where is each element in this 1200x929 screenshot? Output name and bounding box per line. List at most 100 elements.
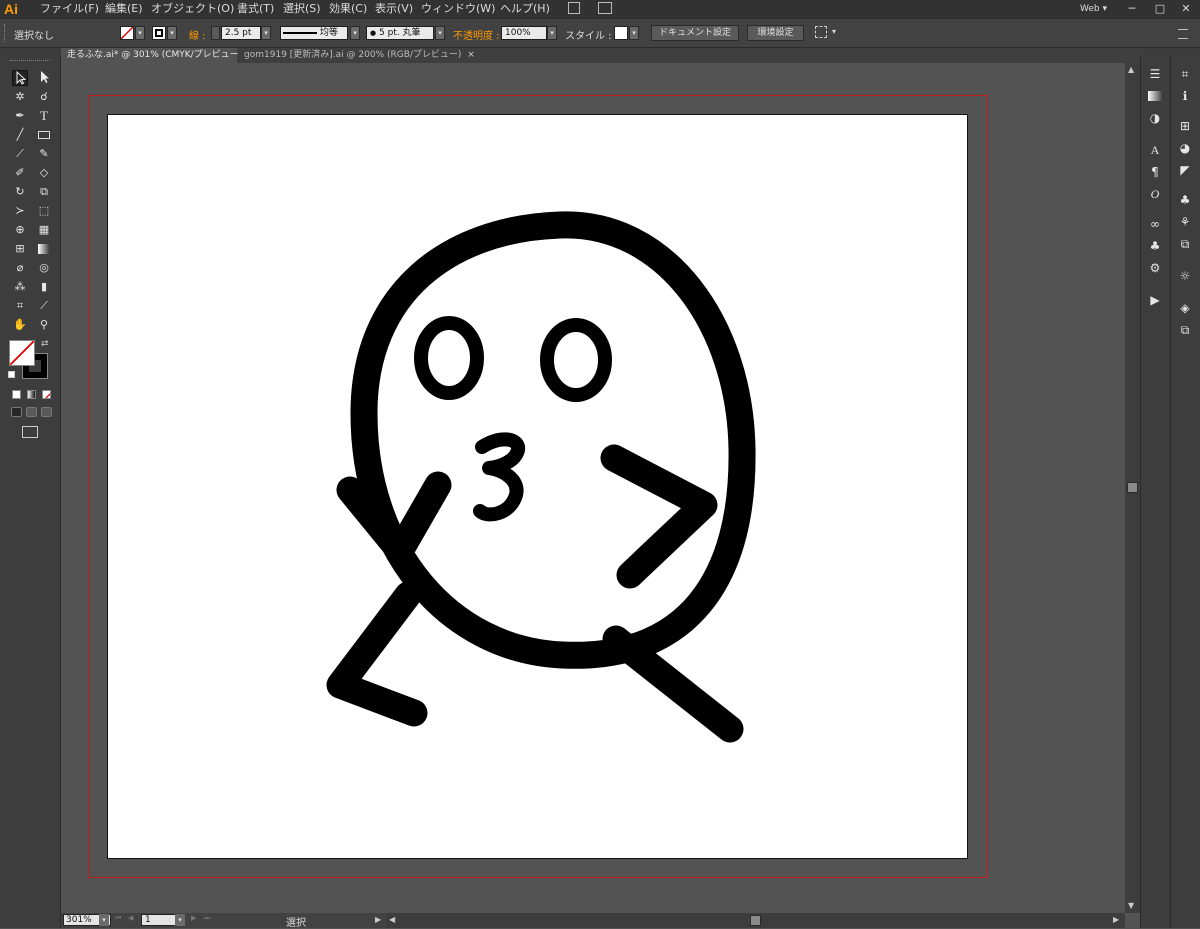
draw-behind-icon[interactable]	[26, 407, 37, 417]
pathfinder-icon[interactable]: ⧉	[1176, 322, 1194, 338]
stroke-swatch[interactable]	[152, 26, 166, 40]
artboard-icon[interactable]: ⌗	[12, 298, 28, 314]
menu-file[interactable]: ファイル(F)	[40, 0, 99, 18]
zoom-icon[interactable]: ⚲	[36, 317, 52, 333]
opacity-label[interactable]: 不透明度 :	[453, 27, 500, 42]
tab-document-1[interactable]: 走るふな.ai* @ 301% (CMYK/プレビュー)×	[61, 48, 256, 63]
style-dropdown[interactable]: ▾	[629, 26, 639, 40]
menu-icon[interactable]: ☰	[1146, 66, 1164, 82]
maximize-button[interactable]: □	[1152, 0, 1168, 18]
opacity-field[interactable]: 100%	[501, 26, 547, 40]
transparency-icon[interactable]: ◑	[1146, 110, 1164, 126]
stroke-label[interactable]: 線 :	[189, 27, 206, 42]
vertical-scroll-thumb[interactable]	[1127, 482, 1138, 493]
column-graph-icon[interactable]: ▮	[36, 279, 52, 295]
paragraph-icon[interactable]: ¶	[1146, 164, 1164, 180]
lasso-icon[interactable]: ☌	[36, 89, 52, 105]
close-icon[interactable]: ×	[461, 50, 475, 60]
status-menu-icon[interactable]: ▶	[375, 915, 381, 924]
line-segment-icon[interactable]: ╱	[12, 127, 28, 143]
mesh-icon[interactable]: ⊞	[12, 241, 28, 257]
opentype-icon[interactable]: O	[1146, 186, 1164, 202]
perspective-grid-icon[interactable]: ▦	[36, 222, 52, 238]
scroll-left-icon[interactable]: ◀	[389, 915, 395, 924]
menu-view[interactable]: 表示(V)	[375, 0, 413, 18]
graphic-styles-icon[interactable]: ⧉	[1176, 236, 1194, 252]
draw-inside-icon[interactable]	[41, 407, 52, 417]
document-setup-button[interactable]: ドキュメント設定	[651, 25, 739, 41]
menu-select[interactable]: 選択(S)	[283, 0, 321, 18]
workspace-switcher[interactable]: Web ▾	[1080, 0, 1107, 18]
color-mode-icon[interactable]	[12, 390, 21, 399]
control-more-dropdown[interactable]: ▾	[832, 27, 836, 36]
paintbrush-icon[interactable]: ⟋	[12, 146, 28, 162]
arrange-documents-icon[interactable]	[598, 2, 612, 14]
free-transform-icon[interactable]: ⬚	[36, 203, 52, 219]
graphic-style-swatch[interactable]	[614, 26, 628, 40]
opacity-dropdown[interactable]: ▾	[547, 26, 557, 40]
artboard[interactable]	[107, 114, 968, 859]
artwork-running-character[interactable]	[108, 115, 967, 858]
info-icon[interactable]: ℹ	[1176, 88, 1194, 104]
artboards-icon[interactable]: ⌗	[1176, 66, 1194, 82]
control-panel-menu-icon[interactable]	[1178, 29, 1188, 39]
horizontal-scrollbar[interactable]: ◀ ▶	[386, 913, 1125, 928]
last-artboard-button[interactable]: ⏭	[204, 914, 210, 923]
color-guide-icon[interactable]: ◕	[1176, 140, 1194, 156]
menu-help[interactable]: ヘルプ(H)	[500, 0, 550, 18]
swatches-icon[interactable]: ◤	[1176, 162, 1194, 178]
shape-builder-icon[interactable]: ⊕	[12, 222, 28, 238]
magic-wand-icon[interactable]: ✲	[12, 89, 28, 105]
variable-width-profile[interactable]: 均等	[280, 26, 348, 40]
default-colors-icon[interactable]	[8, 371, 15, 378]
symbols-icon[interactable]: ♣	[1146, 238, 1164, 254]
selection-icon[interactable]	[12, 70, 28, 86]
scroll-up-icon[interactable]: ▲	[1128, 65, 1134, 74]
rectangle-icon[interactable]	[36, 127, 52, 143]
clubs-icon[interactable]: ⚘	[1176, 214, 1194, 230]
scale-icon[interactable]: ⧉	[36, 184, 52, 200]
profile-dropdown[interactable]: ▾	[350, 26, 360, 40]
previous-artboard-button[interactable]: ◀	[128, 914, 133, 922]
menu-type[interactable]: 書式(T)	[237, 0, 274, 18]
fill-swatch[interactable]	[120, 26, 134, 40]
rotate-icon[interactable]: ↻	[12, 184, 28, 200]
scroll-down-icon[interactable]: ▼	[1128, 901, 1134, 910]
minimize-button[interactable]: ─	[1124, 0, 1140, 18]
brush-dropdown[interactable]: ▾	[435, 26, 445, 40]
symbol-sprayer-icon[interactable]: ⁂	[12, 279, 28, 295]
first-artboard-button[interactable]: ⏮	[115, 914, 121, 923]
eraser-icon[interactable]: ◇	[36, 165, 52, 181]
none-mode-icon[interactable]	[42, 390, 51, 399]
type-icon[interactable]: T	[36, 108, 52, 124]
tab-document-2[interactable]: gom1919 [更新済み].ai @ 200% (RGB/プレビュー) ×	[238, 48, 475, 63]
links-icon[interactable]: ∞	[1146, 216, 1164, 232]
fill-color-box[interactable]	[9, 340, 35, 366]
stroke-dropdown[interactable]: ▾	[167, 26, 177, 40]
status-text[interactable]: 選択	[286, 914, 306, 929]
close-button[interactable]: ✕	[1178, 0, 1194, 18]
direct-selection-icon[interactable]	[36, 70, 52, 86]
toolbox-grip[interactable]	[10, 60, 50, 63]
menu-effect[interactable]: 効果(C)	[329, 0, 367, 18]
transform-icon[interactable]	[815, 26, 827, 38]
hand-icon[interactable]: ✋	[12, 317, 28, 333]
stroke-stepper[interactable]	[211, 26, 220, 40]
menu-object[interactable]: オブジェクト(O)	[151, 0, 234, 18]
blend-icon[interactable]: ◎	[36, 260, 52, 276]
layout-icon[interactable]: ⊞	[1176, 118, 1194, 134]
menu-window[interactable]: ウィンドウ(W)	[421, 0, 495, 18]
menu-edit[interactable]: 編集(E)	[105, 0, 143, 18]
scroll-right-icon[interactable]: ▶	[1113, 915, 1119, 924]
draw-normal-icon[interactable]	[11, 407, 22, 417]
appearance-icon[interactable]: ☼	[1176, 268, 1194, 284]
stroke-weight-dropdown[interactable]: ▾	[261, 26, 271, 40]
next-artboard-button[interactable]: ▶	[191, 914, 196, 922]
fill-dropdown[interactable]: ▾	[135, 26, 145, 40]
actions-icon[interactable]: ⚙	[1146, 260, 1164, 276]
character-icon[interactable]: A	[1146, 142, 1164, 158]
bridge-icon[interactable]	[568, 2, 580, 14]
stroke-weight-field[interactable]: 2.5 pt	[221, 26, 261, 40]
play-icon[interactable]: ▶	[1146, 292, 1164, 308]
brush-definition[interactable]: ● 5 pt. 丸筆	[366, 26, 434, 40]
